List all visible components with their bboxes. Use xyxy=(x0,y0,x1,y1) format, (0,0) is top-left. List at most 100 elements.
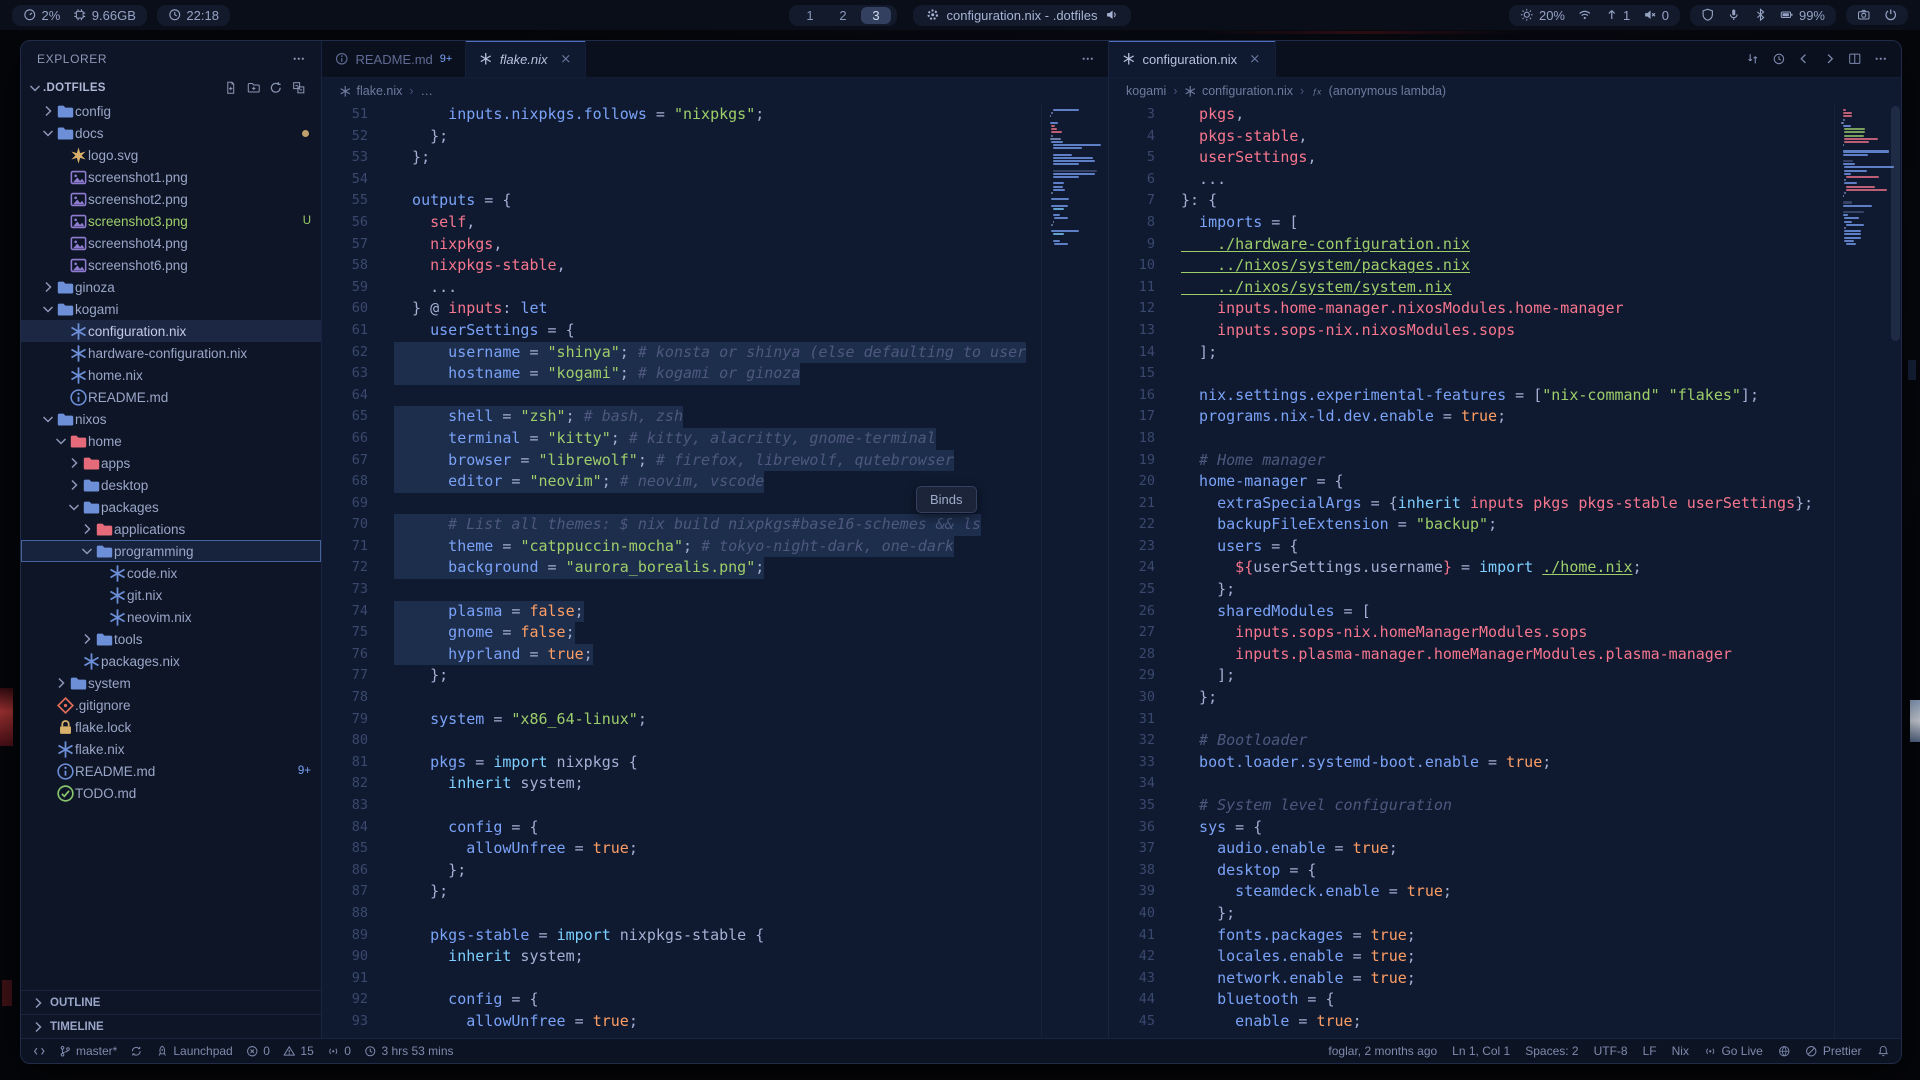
more-icon[interactable] xyxy=(1081,52,1095,66)
code-line-88[interactable]: 88 xyxy=(322,903,1041,925)
timeline-section-header[interactable]: TIMELINE xyxy=(21,1014,321,1038)
code-line-33[interactable]: 33 boot.loader.systemd-boot.enable = tru… xyxy=(1109,752,1834,774)
code-line-4[interactable]: 4 pkgs-stable, xyxy=(1109,126,1834,148)
git-branch[interactable]: master* xyxy=(59,1044,118,1058)
bluetooth-module[interactable] xyxy=(1754,8,1768,22)
chevron-down-icon[interactable] xyxy=(79,543,95,559)
eol[interactable]: LF xyxy=(1643,1044,1657,1058)
chevron-right-icon[interactable] xyxy=(40,103,56,119)
code-line-93[interactable]: 93 allowUnfree = true; xyxy=(322,1011,1041,1033)
chevron-down-icon[interactable] xyxy=(40,411,56,427)
code-line-90[interactable]: 90 inherit system; xyxy=(322,946,1041,968)
close-icon[interactable] xyxy=(559,52,573,66)
tree-item-programming[interactable]: programming xyxy=(21,540,321,562)
tree-item-flake.nix[interactable]: flake.nix xyxy=(21,738,321,760)
code-line-74[interactable]: 74 plasma = false; xyxy=(322,601,1041,623)
keyboard-layout-module[interactable]: 1 xyxy=(1605,8,1631,23)
tree-item-ginoza[interactable]: ginoza xyxy=(21,276,321,298)
code-line-30[interactable]: 30 }; xyxy=(1109,687,1834,709)
brightness-module[interactable]: 20% xyxy=(1520,8,1565,23)
code-line-38[interactable]: 38 desktop = { xyxy=(1109,860,1834,882)
code-line-12[interactable]: 12 inputs.home-manager.nixosModules.home… xyxy=(1109,298,1834,320)
code-line-91[interactable]: 91 xyxy=(322,968,1041,990)
code-line-53[interactable]: 53 }; xyxy=(322,147,1041,169)
ports[interactable]: 0 xyxy=(327,1044,351,1058)
code-line-84[interactable]: 84 config = { xyxy=(322,817,1041,839)
browser-preview[interactable] xyxy=(1778,1045,1791,1058)
split-icon[interactable] xyxy=(1848,52,1862,66)
breadcrumb-item[interactable]: ƒx(anonymous lambda) xyxy=(1311,84,1446,98)
volume-module[interactable]: 0 xyxy=(1643,8,1669,23)
tree-item-todo.md[interactable]: TODO.md xyxy=(21,782,321,804)
code-line-45[interactable]: 45 enable = true; xyxy=(1109,1011,1834,1033)
notifications[interactable] xyxy=(1877,1045,1890,1058)
tree-item-desktop[interactable]: desktop xyxy=(21,474,321,496)
code-line-67[interactable]: 67 browser = "librewolf"; # firefox, lib… xyxy=(322,450,1041,472)
code-line-71[interactable]: 71 theme = "catppuccin-mocha"; # tokyo-n… xyxy=(322,536,1041,558)
tab-configuration.nix[interactable]: configuration.nix xyxy=(1109,41,1276,77)
outline-section-header[interactable]: OUTLINE xyxy=(21,990,321,1014)
tree-item-.gitignore[interactable]: .gitignore xyxy=(21,694,321,716)
code-line-52[interactable]: 52 }; xyxy=(322,126,1041,148)
code-line-22[interactable]: 22 backupFileExtension = "backup"; xyxy=(1109,514,1834,536)
warnings[interactable]: 15 xyxy=(283,1044,314,1058)
code-line-37[interactable]: 37 audio.enable = true; xyxy=(1109,838,1834,860)
code-line-36[interactable]: 36 sys = { xyxy=(1109,817,1834,839)
code-line-9[interactable]: 9 ./hardware-configuration.nix xyxy=(1109,234,1834,256)
code-line-72[interactable]: 72 background = "aurora_borealis.png"; xyxy=(322,557,1041,579)
go-live[interactable]: Go Live xyxy=(1704,1044,1763,1058)
code-line-89[interactable]: 89 pkgs-stable = import nixpkgs-stable { xyxy=(322,925,1041,947)
chevron-down-icon[interactable] xyxy=(53,433,69,449)
code-line-40[interactable]: 40 }; xyxy=(1109,903,1834,925)
history-icon[interactable] xyxy=(1772,52,1786,66)
code-line-25[interactable]: 25 }; xyxy=(1109,579,1834,601)
code-line-59[interactable]: 59 ... xyxy=(322,277,1041,299)
code-line-3[interactable]: 3 pkgs, xyxy=(1109,104,1834,126)
clock-module[interactable]: 22:18 xyxy=(168,8,219,23)
chevron-down-icon[interactable] xyxy=(27,80,43,96)
code-line-20[interactable]: 20 home-manager = { xyxy=(1109,471,1834,493)
code-line-14[interactable]: 14 ]; xyxy=(1109,342,1834,364)
tree-item-readme.md[interactable]: README.md xyxy=(21,386,321,408)
code-line-70[interactable]: 70 # List all themes: $ nix build nixpkg… xyxy=(322,514,1041,536)
code-line-81[interactable]: 81 pkgs = import nixpkgs { xyxy=(322,752,1041,774)
code-line-42[interactable]: 42 locales.enable = true; xyxy=(1109,946,1834,968)
tree-item-code.nix[interactable]: code.nix xyxy=(21,562,321,584)
code-line-16[interactable]: 16 nix.settings.experimental-features = … xyxy=(1109,385,1834,407)
code-line-35[interactable]: 35 # System level configuration xyxy=(1109,795,1834,817)
collapse-icon[interactable] xyxy=(292,81,306,95)
chevron-right-icon[interactable] xyxy=(40,279,56,295)
code-line-57[interactable]: 57 nixpkgs, xyxy=(322,234,1041,256)
code-line-32[interactable]: 32 # Bootloader xyxy=(1109,730,1834,752)
sync-status[interactable] xyxy=(130,1045,143,1058)
tree-item-docs[interactable]: docs xyxy=(21,122,321,144)
code-line-13[interactable]: 13 inputs.sops-nix.nixosModules.sops xyxy=(1109,320,1834,342)
tree-item-system[interactable]: system xyxy=(21,672,321,694)
code-line-5[interactable]: 5 userSettings, xyxy=(1109,147,1834,169)
tree-item-packages[interactable]: packages xyxy=(21,496,321,518)
chevron-right-icon[interactable] xyxy=(66,477,82,493)
tree-item-home.nix[interactable]: home.nix xyxy=(21,364,321,386)
code-line-51[interactable]: 51 inputs.nixpkgs.follows = "nixpkgs"; xyxy=(322,104,1041,126)
close-icon[interactable] xyxy=(1248,52,1262,66)
chevron-right-icon[interactable] xyxy=(66,455,82,471)
code-line-77[interactable]: 77 }; xyxy=(322,665,1041,687)
tree-item-kogami[interactable]: kogami xyxy=(21,298,321,320)
editor-configuration-nix[interactable]: 3 pkgs,4 pkgs-stable,5 userSettings,6 ..… xyxy=(1109,104,1901,1038)
remote-indicator[interactable] xyxy=(33,1045,46,1058)
code-line-78[interactable]: 78 xyxy=(322,687,1041,709)
workspace-section-header[interactable]: .DOTFILES xyxy=(21,76,321,100)
more-icon[interactable] xyxy=(292,52,306,66)
code-line-41[interactable]: 41 fonts.packages = true; xyxy=(1109,925,1834,947)
code-line-39[interactable]: 39 steamdeck.enable = true; xyxy=(1109,881,1834,903)
errors[interactable]: 0 xyxy=(246,1044,270,1058)
code-line-83[interactable]: 83 xyxy=(322,795,1041,817)
tree-item-nixos[interactable]: nixos xyxy=(21,408,321,430)
minimap[interactable] xyxy=(1041,104,1108,1038)
code-line-17[interactable]: 17 programs.nix-ld.dev.enable = true; xyxy=(1109,406,1834,428)
breadcrumb-item[interactable]: kogami xyxy=(1126,84,1166,98)
tree-item-packages.nix[interactable]: packages.nix xyxy=(21,650,321,672)
code-line-34[interactable]: 34 xyxy=(1109,773,1834,795)
code-line-92[interactable]: 92 config = { xyxy=(322,989,1041,1011)
code-line-24[interactable]: 24 ${userSettings.username} = import ./h… xyxy=(1109,557,1834,579)
